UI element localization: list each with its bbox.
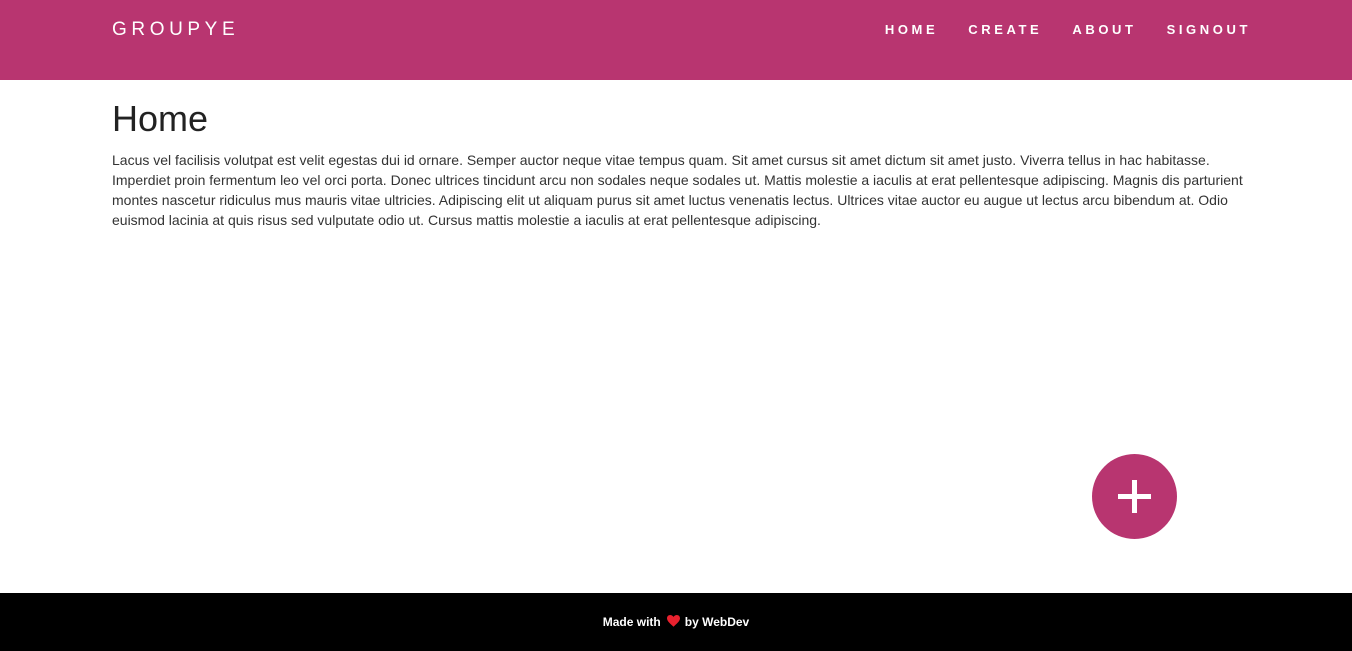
page: GROUPYE HOME CREATE ABOUT SIGNOUT Home L… — [0, 0, 1352, 651]
add-button[interactable] — [1092, 454, 1177, 539]
footer-prefix-text: Made with — [602, 615, 661, 629]
main-content: Home Lacus vel facilisis volutpat est ve… — [112, 98, 1252, 230]
navbar: GROUPYE HOME CREATE ABOUT SIGNOUT — [0, 0, 1352, 80]
nav-about-link[interactable]: ABOUT — [1072, 22, 1136, 38]
footer: Made with by WebDev — [0, 593, 1352, 651]
nav-home-link[interactable]: HOME — [885, 22, 938, 38]
nav-links: HOME CREATE ABOUT SIGNOUT — [855, 22, 1251, 38]
nav-create-link[interactable]: CREATE — [968, 22, 1042, 38]
footer-suffix-text: by WebDev — [684, 615, 750, 629]
plus-icon — [1118, 480, 1151, 513]
brand-logo[interactable]: GROUPYE — [112, 19, 239, 41]
heart-icon — [666, 614, 680, 630]
nav-signout-link[interactable]: SIGNOUT — [1167, 22, 1251, 38]
page-title: Home — [112, 98, 209, 139]
body-paragraph: Lacus vel facilisis volutpat est velit e… — [112, 152, 1243, 228]
